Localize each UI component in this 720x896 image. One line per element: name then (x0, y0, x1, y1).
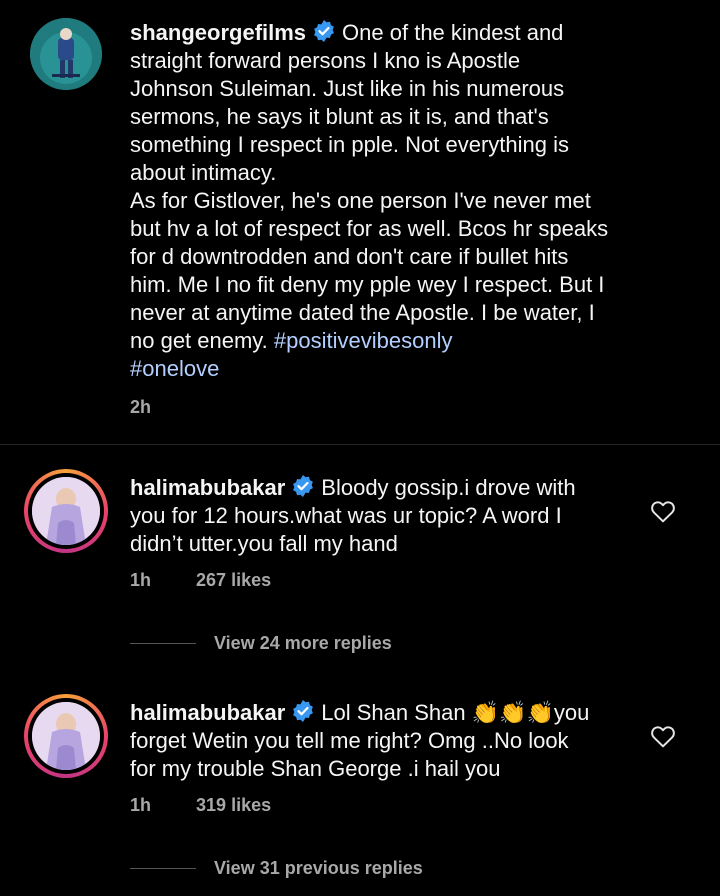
verified-badge-icon (293, 700, 314, 722)
comment-line: didn’t utter.you fall my hand (130, 531, 398, 556)
comment-body: shangeorgefilms One of the kindest and st… (130, 19, 660, 383)
comment-body: halimabubakar Lol Shan Shan 👏👏👏you forget… (130, 699, 660, 783)
hashtag-link[interactable]: #positivevibesonly (274, 328, 453, 353)
heart-outline-icon[interactable] (650, 499, 676, 523)
username[interactable]: halimabubakar (130, 475, 285, 500)
comment-time: 2h (130, 397, 152, 417)
comment-meta: 1h 319 likes (130, 795, 311, 816)
comment-line: you for 12 hours.what was ur topic? A wo… (130, 503, 562, 528)
username[interactable]: shangeorgefilms (130, 20, 306, 45)
verified-badge-icon (314, 20, 334, 42)
comment-line: never at anytime dated the Apostle. I be… (130, 300, 595, 325)
avatar-photo (32, 702, 100, 770)
hashtag-link[interactable]: #onelove (130, 356, 219, 381)
avatar-shangeorgefilms[interactable] (30, 18, 102, 90)
comment-line: straight forward persons I kno is Apostl… (130, 48, 521, 73)
comment-line: forget Wetin you tell me right? Omg ..No… (130, 728, 569, 753)
comment-line: Bloody gossip.i drove with (321, 475, 576, 500)
comment-meta: 2h (130, 397, 191, 418)
likes-count[interactable]: 267 likes (196, 570, 271, 590)
username[interactable]: halimabubakar (130, 700, 285, 725)
comment-halimabubakar-1: halimabubakar Bloody gossip.i drove with … (0, 445, 720, 665)
comment-line: One of the kindest and (342, 20, 564, 45)
replies-line (130, 868, 196, 869)
verified-badge-icon (293, 475, 314, 497)
comment-line: Johnson Suleiman. Just like in his numer… (130, 76, 565, 101)
comment-line: Lol Shan Shan 👏👏👏you (321, 700, 590, 725)
comment-line: but hv a lot of respect for as well. Bco… (130, 216, 609, 241)
comment-line: about intimacy. (130, 160, 277, 185)
avatar-image (32, 477, 100, 545)
avatar-photo (32, 477, 100, 545)
comment-line: for d downtrodden and don't care if bull… (130, 244, 569, 269)
view-replies-button[interactable]: View 31 previous replies (130, 858, 423, 879)
comment-line: no get enemy. (130, 328, 274, 353)
replies-line (130, 643, 196, 644)
likes-count[interactable]: 319 likes (196, 795, 271, 815)
heart-outline-icon[interactable] (650, 724, 676, 748)
avatar-halimabubakar[interactable] (24, 694, 108, 778)
view-replies-button[interactable]: View 24 more replies (130, 633, 392, 654)
view-replies-label: View 31 previous replies (214, 858, 423, 878)
comment-time: 1h (130, 795, 152, 815)
comment-line: for my trouble Shan George .i hail you (130, 756, 501, 781)
comment-body: halimabubakar Bloody gossip.i drove with … (130, 474, 660, 558)
avatar-image (32, 702, 100, 770)
comment-meta: 1h 267 likes (130, 570, 311, 591)
comment-line: something I respect in pple. Not everyth… (130, 132, 570, 157)
view-replies-label: View 24 more replies (214, 633, 392, 653)
comment-line: sermons, he says it blunt as it is, and … (130, 104, 549, 129)
avatar-halimabubakar[interactable] (24, 469, 108, 553)
avatar-photo (30, 18, 102, 90)
comment-shangeorgefilms: shangeorgefilms One of the kindest and st… (0, 0, 720, 440)
comment-halimabubakar-2: halimabubakar Lol Shan Shan 👏👏👏you forget… (0, 670, 720, 896)
comment-time: 1h (130, 570, 152, 590)
comment-line: As for Gistlover, he's one person I've n… (130, 188, 591, 213)
comment-line: him. Me I no fit deny my pple wey I resp… (130, 272, 605, 297)
